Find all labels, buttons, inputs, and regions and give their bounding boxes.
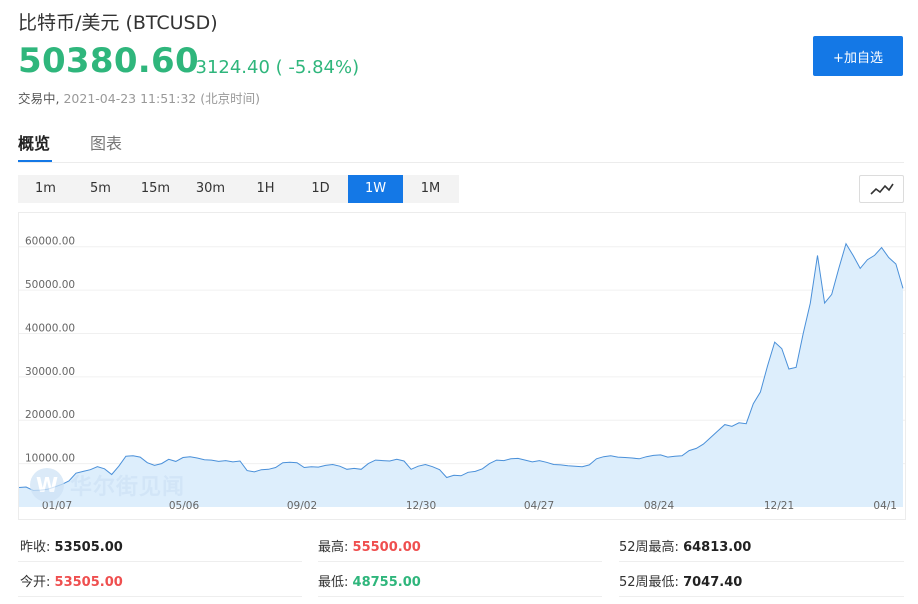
stat-52w-low: 52周最低: 7047.40 xyxy=(619,571,742,590)
divider xyxy=(619,596,904,597)
stat-value: 7047.40 xyxy=(683,575,743,590)
stat-label: 最高: xyxy=(318,540,349,555)
stat-label: 昨收: xyxy=(20,540,51,555)
x-tick-label: 09/02 xyxy=(287,500,317,512)
trading-status: 交易中, 2021-04-23 11:51:32 (北京时间) xyxy=(18,88,260,107)
stat-52w-high: 52周最高: 64813.00 xyxy=(619,536,751,555)
stat-high: 最高: 55500.00 xyxy=(318,536,421,555)
y-tick-label: 60000.00 xyxy=(25,236,75,248)
price-chart-area: 0.0010000.0020000.0030000.0040000.005000… xyxy=(18,212,906,520)
divider xyxy=(619,561,904,562)
status-text: 交易中, xyxy=(18,91,60,106)
current-price: 50380.60 xyxy=(18,41,199,81)
tab-chart[interactable]: 图表 xyxy=(90,130,122,154)
x-tick-label: 12/21 xyxy=(764,500,794,512)
timestamp: 2021-04-23 11:51:32 (北京时间) xyxy=(63,91,260,106)
divider xyxy=(318,596,602,597)
price-chart: 0.0010000.0020000.0030000.0040000.005000… xyxy=(19,236,905,512)
range-1d[interactable]: 1D xyxy=(293,175,348,203)
range-1w[interactable]: 1W xyxy=(348,175,403,203)
x-tick-label: 04/27 xyxy=(524,500,554,512)
y-tick-label: 50000.00 xyxy=(25,279,75,291)
line-chart-icon xyxy=(869,183,894,195)
range-30m[interactable]: 30m xyxy=(183,175,238,203)
x-tick-label: 08/24 xyxy=(644,500,675,512)
stat-label: 52周最低: xyxy=(619,575,679,590)
time-range-selector: 1m 5m 15m 30m 1H 1D 1W 1M xyxy=(18,175,459,203)
range-15m[interactable]: 15m xyxy=(128,175,183,203)
y-tick-label: 10000.00 xyxy=(25,453,75,465)
y-tick-label: 20000.00 xyxy=(25,409,75,421)
page-title: 比特币/美元 (BTCUSD) xyxy=(18,12,218,34)
range-5m[interactable]: 5m xyxy=(73,175,128,203)
x-tick-label: 05/06 xyxy=(169,500,200,512)
tab-overview[interactable]: 概览 xyxy=(18,130,50,154)
stat-label: 52周最高: xyxy=(619,540,679,555)
series-area xyxy=(19,243,903,507)
stat-low: 最低: 48755.00 xyxy=(318,571,421,590)
divider xyxy=(318,561,602,562)
stat-value: 64813.00 xyxy=(683,540,752,555)
stat-label: 最低: xyxy=(318,575,349,590)
tab-bar: 概览 图表 xyxy=(18,128,904,163)
stat-value: 48755.00 xyxy=(352,575,421,590)
price-change: -3124.40 ( -5.84%) xyxy=(189,57,360,78)
stat-prev-close: 昨收: 53505.00 xyxy=(20,536,123,555)
x-tick-label: 04/1 xyxy=(873,500,897,512)
stat-value: 55500.00 xyxy=(352,540,421,555)
y-tick-label: 30000.00 xyxy=(25,366,75,378)
stat-open: 今开: 53505.00 xyxy=(20,571,123,590)
range-1m[interactable]: 1m xyxy=(18,175,73,203)
divider xyxy=(18,561,302,562)
y-tick-label: 40000.00 xyxy=(25,322,75,334)
stats-panel: 昨收: 53505.00 最高: 55500.00 52周最高: 64813.0… xyxy=(18,525,904,600)
divider xyxy=(18,596,302,597)
chart-type-button[interactable] xyxy=(859,175,904,203)
stat-value: 53505.00 xyxy=(54,575,123,590)
range-1mo[interactable]: 1M xyxy=(403,175,458,203)
stat-label: 今开: xyxy=(20,575,51,590)
stat-value: 53505.00 xyxy=(54,540,123,555)
x-tick-label: 01/07 xyxy=(42,500,72,512)
active-tab-indicator xyxy=(18,160,52,162)
range-1h[interactable]: 1H xyxy=(238,175,293,203)
x-tick-label: 12/30 xyxy=(406,500,436,512)
add-to-watchlist-button[interactable]: +加自选 xyxy=(813,36,903,76)
